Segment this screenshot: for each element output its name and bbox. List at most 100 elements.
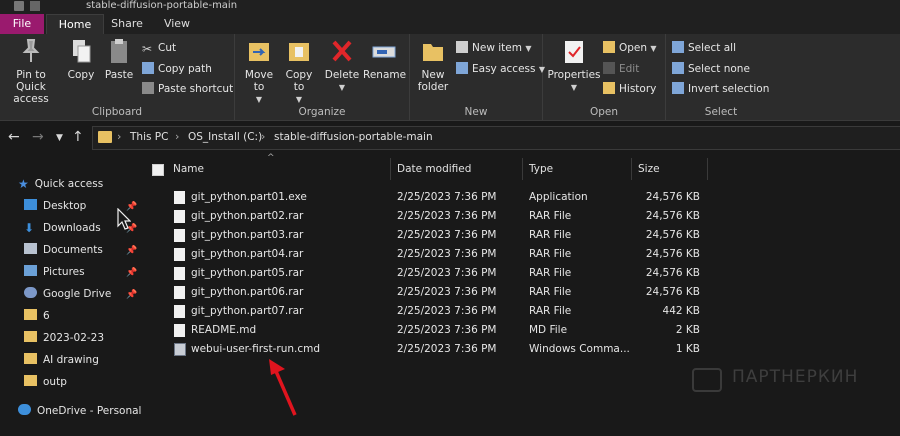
- file-type: RAR File: [529, 286, 572, 298]
- file-date: 2/25/2023 7:36 PM: [397, 267, 497, 279]
- folder-icon: [98, 131, 112, 143]
- delete-dropdown-icon: ▼: [338, 83, 346, 92]
- file-row[interactable]: git_python.part03.rar 2/25/2023 7:36 PM …: [141, 226, 900, 245]
- tab-home[interactable]: Home: [46, 14, 104, 35]
- edit-button[interactable]: Edit: [603, 61, 639, 77]
- paste-shortcut-button[interactable]: Paste shortcut: [142, 81, 233, 97]
- file-row[interactable]: git_python.part04.rar 2/25/2023 7:36 PM …: [141, 245, 900, 264]
- rename-label: Rename: [363, 69, 407, 81]
- pin-icon[interactable]: 📌: [126, 268, 137, 278]
- breadcrumb-current-folder[interactable]: stable-diffusion-portable-main: [274, 131, 433, 143]
- file-name: git_python.part02.rar: [191, 210, 304, 222]
- select-none-button[interactable]: Select none: [672, 61, 750, 77]
- clipboard-group: Pin to Quick access Copy Paste ✂ Cut Copy…: [0, 34, 235, 120]
- file-row[interactable]: git_python.part02.rar 2/25/2023 7:36 PM …: [141, 207, 900, 226]
- ribbon-tabs: File Home Share View: [0, 14, 900, 35]
- sidebar-item-google-drive[interactable]: Google Drive: [24, 285, 111, 303]
- copy-to-label: Copy to: [285, 69, 313, 93]
- breadcrumb-separator-icon[interactable]: ›: [117, 130, 121, 143]
- open-button[interactable]: Open ▼: [603, 40, 657, 56]
- column-divider[interactable]: [522, 158, 523, 180]
- column-divider[interactable]: [707, 158, 708, 180]
- tab-view[interactable]: View: [152, 14, 202, 34]
- new-label: New: [464, 106, 488, 118]
- file-row[interactable]: git_python.part06.rar 2/25/2023 7:36 PM …: [141, 283, 900, 302]
- pin-icon[interactable]: 📌: [126, 246, 137, 256]
- forward-arrow-icon[interactable]: →: [32, 129, 44, 145]
- column-header-type[interactable]: Type: [529, 159, 553, 179]
- sidebar-item-onedrive[interactable]: OneDrive - Personal: [18, 402, 141, 420]
- file-name: git_python.part04.rar: [191, 248, 304, 260]
- breadcrumb-separator-icon[interactable]: ›: [261, 130, 265, 143]
- copy-to-button[interactable]: Copy to ▼: [281, 38, 317, 106]
- breadcrumb-separator-icon[interactable]: ›: [175, 130, 179, 143]
- cut-button[interactable]: ✂ Cut: [142, 40, 176, 56]
- file-type: RAR File: [529, 267, 572, 279]
- properties-quick-icon[interactable]: [30, 1, 40, 11]
- back-arrow-icon[interactable]: ←: [8, 129, 20, 145]
- new-group: New folder New item ▼ Easy access ▼ New: [410, 34, 545, 120]
- file-date: 2/25/2023 7:36 PM: [397, 324, 497, 336]
- breadcrumb-this-pc[interactable]: This PC: [130, 131, 168, 143]
- copy-label: Copy: [67, 69, 95, 81]
- tab-file[interactable]: File: [0, 14, 44, 34]
- file-date: 2/25/2023 7:36 PM: [397, 305, 497, 317]
- pin-to-quick-access-button[interactable]: Pin to Quick access: [2, 38, 60, 105]
- paste-button[interactable]: Paste: [102, 38, 136, 81]
- sidebar-item-documents[interactable]: Documents: [24, 241, 103, 259]
- history-button[interactable]: History: [603, 81, 656, 97]
- recent-locations-chevron-icon[interactable]: ▼: [56, 133, 63, 143]
- select-none-label: Select none: [688, 63, 750, 75]
- copy-path-button[interactable]: Copy path: [142, 61, 212, 77]
- sidebar-item-label: Quick access: [34, 178, 104, 190]
- sidebar-item-outp[interactable]: outp: [24, 373, 67, 391]
- watermark-logo-icon: [692, 368, 722, 392]
- tab-share[interactable]: Share: [104, 14, 150, 34]
- easy-access-button[interactable]: Easy access ▼: [456, 61, 545, 77]
- sidebar-item-downloads[interactable]: ⬇ Downloads: [24, 219, 101, 237]
- file-name: README.md: [191, 324, 257, 336]
- file-row[interactable]: webui-user-first-run.cmd 2/25/2023 7:36 …: [141, 340, 900, 359]
- delete-button[interactable]: Delete ▼: [323, 38, 361, 94]
- breadcrumb-drive[interactable]: OS_Install (C:): [188, 131, 262, 143]
- rename-button[interactable]: Rename: [363, 38, 407, 81]
- column-header-date[interactable]: Date modified: [397, 159, 471, 179]
- sidebar-item-2023-02-23[interactable]: 2023-02-23: [24, 329, 104, 347]
- quick-access-toolbar-icon[interactable]: [14, 1, 24, 11]
- column-divider[interactable]: [631, 158, 632, 180]
- file-icon: [174, 248, 185, 261]
- file-size: 24,576 KB: [645, 248, 700, 260]
- file-name: git_python.part06.rar: [191, 286, 304, 298]
- select-all-checkbox[interactable]: [152, 164, 164, 176]
- new-folder-button[interactable]: New folder: [416, 38, 450, 93]
- column-header-name[interactable]: Name: [173, 159, 204, 179]
- invert-selection-button[interactable]: Invert selection: [672, 81, 769, 97]
- sidebar-item-label: Pictures: [43, 266, 85, 278]
- copy-button[interactable]: Copy: [64, 38, 98, 81]
- sidebar-item-ai-drawing[interactable]: AI drawing: [24, 351, 99, 369]
- sidebar-item-folder-6[interactable]: 6: [24, 307, 50, 325]
- file-size: 1 KB: [675, 343, 700, 355]
- address-bar[interactable]: › This PC › OS_Install (C:) › stable-dif…: [92, 126, 900, 150]
- file-row[interactable]: git_python.part07.rar 2/25/2023 7:36 PM …: [141, 302, 900, 321]
- file-row[interactable]: git_python.part05.rar 2/25/2023 7:36 PM …: [141, 264, 900, 283]
- sidebar-item-desktop[interactable]: Desktop: [24, 197, 86, 215]
- new-item-button[interactable]: New item ▼: [456, 40, 531, 56]
- folder-icon: [24, 331, 37, 342]
- file-date: 2/25/2023 7:36 PM: [397, 286, 497, 298]
- sidebar-item-quick-access[interactable]: ★ Quick access: [18, 175, 103, 193]
- pin-label: Pin to Quick access: [13, 69, 49, 105]
- column-header-size[interactable]: Size: [638, 159, 660, 179]
- file-type: RAR File: [529, 210, 572, 222]
- up-arrow-icon[interactable]: ↑: [72, 129, 84, 145]
- pin-icon[interactable]: 📌: [126, 290, 137, 300]
- folder-icon: [24, 353, 37, 364]
- properties-button[interactable]: Properties ▼: [547, 38, 601, 94]
- file-row[interactable]: git_python.part01.exe 2/25/2023 7:36 PM …: [141, 188, 900, 207]
- move-to-icon: [249, 43, 269, 61]
- move-to-button[interactable]: Move to ▼: [241, 38, 277, 106]
- column-divider[interactable]: [390, 158, 391, 180]
- file-row[interactable]: README.md 2/25/2023 7:36 PM MD File 2 KB: [141, 321, 900, 340]
- sidebar-item-pictures[interactable]: Pictures: [24, 263, 85, 281]
- select-all-button[interactable]: Select all: [672, 40, 736, 56]
